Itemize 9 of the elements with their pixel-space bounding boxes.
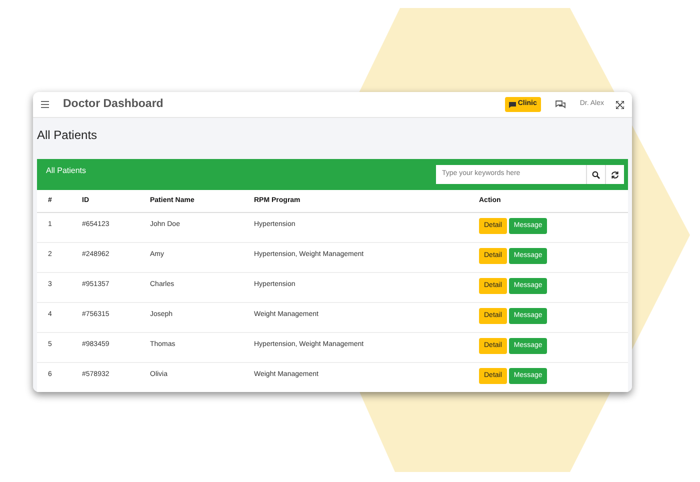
chat-icon[interactable] [554,100,566,109]
menu-icon[interactable] [41,101,49,108]
card-title: All Patients [46,165,86,177]
refresh-icon [611,170,619,178]
search-icon [592,170,600,178]
app-title: Doctor Dashboard [63,96,164,112]
fullscreen-icon[interactable] [616,100,624,108]
refresh-button[interactable] [605,165,624,184]
page-title: All Patients [37,127,98,144]
